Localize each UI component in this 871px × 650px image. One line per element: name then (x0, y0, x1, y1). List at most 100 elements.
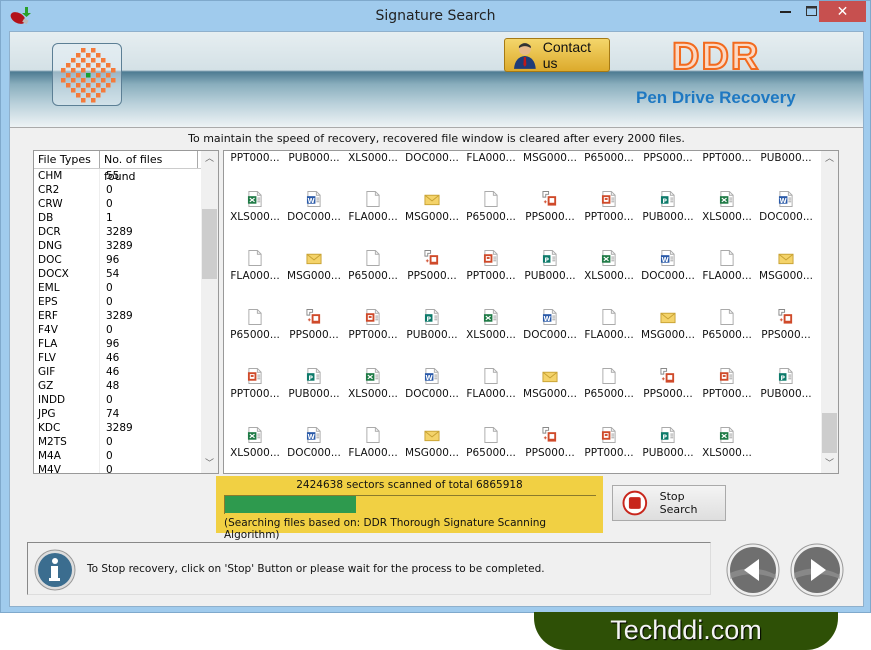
recovered-file-item[interactable]: PPS000... (639, 367, 697, 407)
file-type-row[interactable]: GIF 46 (34, 365, 218, 379)
recovered-file-item[interactable]: FLA000... (462, 367, 520, 407)
recovered-file-item[interactable]: MSG000... (639, 308, 697, 348)
stop-search-button[interactable]: Stop Search (612, 485, 726, 521)
file-type-row[interactable]: DOCX 54 (34, 267, 218, 281)
file-type-row[interactable]: FLV 46 (34, 351, 218, 365)
recovered-file-item[interactable]: PPUB000... (285, 367, 343, 407)
scroll-thumb[interactable] (202, 209, 217, 279)
recovered-file-item[interactable]: PPUB000... (639, 426, 697, 466)
recovered-file-item[interactable]: PPUB000... (285, 151, 343, 171)
recovered-file-item[interactable]: XLS000... (344, 151, 402, 171)
recovered-file-item[interactable]: FLA000... (698, 249, 756, 289)
recovered-file-item[interactable]: WDOC000... (521, 308, 579, 348)
recovered-file-item[interactable]: PPS000... (521, 190, 579, 230)
recovered-file-item[interactable]: MSG000... (403, 190, 461, 230)
recovered-file-item[interactable]: PPUB000... (757, 367, 815, 407)
file-type-row[interactable]: JPG 74 (34, 407, 218, 421)
recovered-file-item[interactable]: P65000... (344, 249, 402, 289)
file-type-row[interactable]: ERF 3289 (34, 309, 218, 323)
recovered-file-item[interactable]: P65000... (580, 367, 638, 407)
file-type-row[interactable]: DCR 3289 (34, 225, 218, 239)
back-button[interactable] (726, 543, 780, 597)
recovered-file-item[interactable]: PPS000... (521, 426, 579, 466)
column-header-files-found[interactable]: No. of files found (100, 151, 198, 183)
recovered-file-item[interactable]: P65000... (462, 190, 520, 230)
notice-text: To maintain the speed of recovery, recov… (188, 132, 685, 145)
scroll-down-icon[interactable]: ﹀ (201, 456, 218, 473)
recovered-file-item[interactable]: PPUB000... (521, 249, 579, 289)
recovered-file-item[interactable]: MSG000... (521, 151, 579, 171)
scroll-up-icon[interactable]: ︿ (201, 151, 218, 168)
file-type-row[interactable]: INDD 0 (34, 393, 218, 407)
file-type-row[interactable]: CR2 0 (34, 183, 218, 197)
file-type-row[interactable]: F4V 0 (34, 323, 218, 337)
recovered-file-item[interactable]: XLS000... (226, 190, 284, 230)
recovered-file-item[interactable]: WDOC000... (757, 190, 815, 230)
recovered-file-item[interactable]: WDOC000... (639, 249, 697, 289)
recovered-file-item[interactable]: PPT000... (580, 190, 638, 230)
recovered-file-item[interactable]: P65000... (580, 151, 638, 171)
files-scrollbar[interactable]: ︿ ﹀ (821, 151, 838, 473)
recovered-file-item[interactable]: MSG000... (521, 367, 579, 407)
recovered-file-item[interactable]: XLS000... (698, 190, 756, 230)
recovered-file-item[interactable]: PPS000... (757, 308, 815, 348)
file-type-row[interactable]: EML 0 (34, 281, 218, 295)
recovered-file-item[interactable]: XLS000... (580, 249, 638, 289)
recovered-file-item[interactable]: WDOC000... (403, 367, 461, 407)
recovered-file-item[interactable]: PPUB000... (403, 308, 461, 348)
recovered-file-item[interactable]: MSG000... (403, 426, 461, 466)
recovered-file-item[interactable]: PPS000... (403, 249, 461, 289)
recovered-file-item[interactable]: PPS000... (639, 151, 697, 171)
column-header-file-types[interactable]: File Types (34, 151, 100, 168)
recovered-files-view[interactable]: PPT000... P PUB000... XLS000... W DOC000... FL… (223, 150, 839, 474)
recovered-file-item[interactable]: XLS000... (462, 308, 520, 348)
recovered-file-item[interactable]: XLS000... (344, 367, 402, 407)
recovered-file-item[interactable]: FLA000... (344, 426, 402, 466)
file-types-scrollbar[interactable]: ︿ ﹀ (201, 151, 218, 473)
recovered-file-item[interactable]: WDOC000... (285, 190, 343, 230)
file-type-row[interactable]: M4A 0 (34, 449, 218, 463)
minimize-button[interactable] (773, 1, 799, 22)
recovered-file-item[interactable]: PPT000... (226, 151, 284, 171)
scroll-thumb[interactable] (822, 413, 837, 453)
next-button[interactable] (790, 543, 844, 597)
recovered-file-item[interactable]: XLS000... (698, 426, 756, 466)
file-type-row[interactable]: EPS 0 (34, 295, 218, 309)
recovered-file-item[interactable]: WDOC000... (403, 151, 461, 171)
recovered-file-item[interactable]: P65000... (226, 308, 284, 348)
recovered-file-item[interactable]: PPT000... (580, 426, 638, 466)
recovered-file-item[interactable]: FLA000... (344, 190, 402, 230)
file-type-row[interactable]: FLA 96 (34, 337, 218, 351)
recovered-file-item[interactable]: PPS000... (285, 308, 343, 348)
file-type-row[interactable]: KDC 3289 (34, 421, 218, 435)
contact-us-button[interactable]: Contact us (504, 38, 610, 72)
file-type-row[interactable]: CRW 0 (34, 197, 218, 211)
recovered-file-item[interactable]: FLA000... (580, 308, 638, 348)
recovered-file-item[interactable]: PPT000... (226, 367, 284, 407)
recovered-file-item[interactable]: P65000... (698, 308, 756, 348)
recovered-file-item[interactable]: FLA000... (226, 249, 284, 289)
recovered-file-item[interactable]: FLA000... (462, 151, 520, 171)
file-types-list[interactable]: File Types No. of files found CHM 55 CR2 0 C… (33, 150, 219, 474)
close-button[interactable]: ✕ (819, 1, 866, 22)
recovered-file-item[interactable]: PPT000... (698, 151, 756, 171)
recovered-file-item[interactable]: PPT000... (698, 367, 756, 407)
recovered-file-item[interactable]: PPUB000... (639, 190, 697, 230)
file-type-row[interactable]: M4V 0 (34, 463, 218, 473)
recovered-file-item[interactable]: PPUB000... (757, 151, 815, 171)
file-type-row[interactable]: DNG 3289 (34, 239, 218, 253)
recovered-file-item[interactable]: MSG000... (757, 249, 815, 289)
file-type-row[interactable]: DOC 96 (34, 253, 218, 267)
scroll-down-icon[interactable]: ﹀ (821, 456, 838, 473)
file-type-row[interactable]: M2TS 0 (34, 435, 218, 449)
file-type-row[interactable]: DB 1 (34, 211, 218, 225)
recovered-file-item[interactable]: P65000... (462, 426, 520, 466)
recovered-file-item[interactable]: WDOC000... (285, 426, 343, 466)
scroll-up-icon[interactable]: ︿ (821, 151, 838, 168)
file-type-row[interactable]: GZ 48 (34, 379, 218, 393)
recovered-file-item[interactable]: PPT000... (462, 249, 520, 289)
recovered-file-item[interactable]: MSG000... (285, 249, 343, 289)
recovered-file-item[interactable]: PPT000... (344, 308, 402, 348)
recovered-file-item[interactable]: XLS000... (226, 426, 284, 466)
file-type-row[interactable]: CHM 55 (34, 169, 218, 183)
